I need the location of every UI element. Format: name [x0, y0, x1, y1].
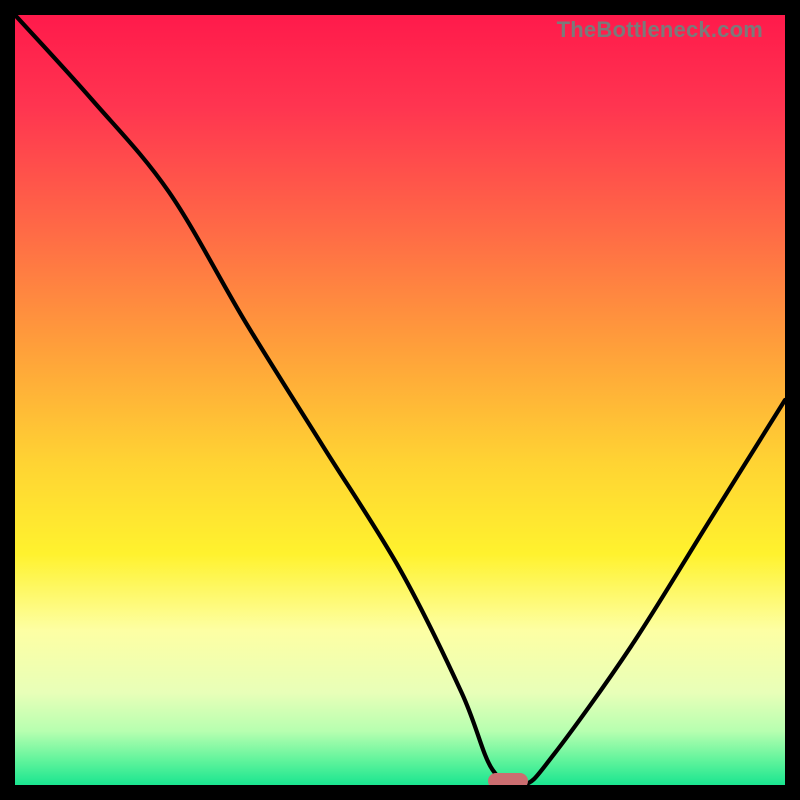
plot-area: TheBottleneck.com	[15, 15, 785, 785]
chart-frame: TheBottleneck.com	[0, 0, 800, 800]
bottleneck-curve	[15, 15, 785, 785]
optimal-marker	[488, 773, 528, 785]
